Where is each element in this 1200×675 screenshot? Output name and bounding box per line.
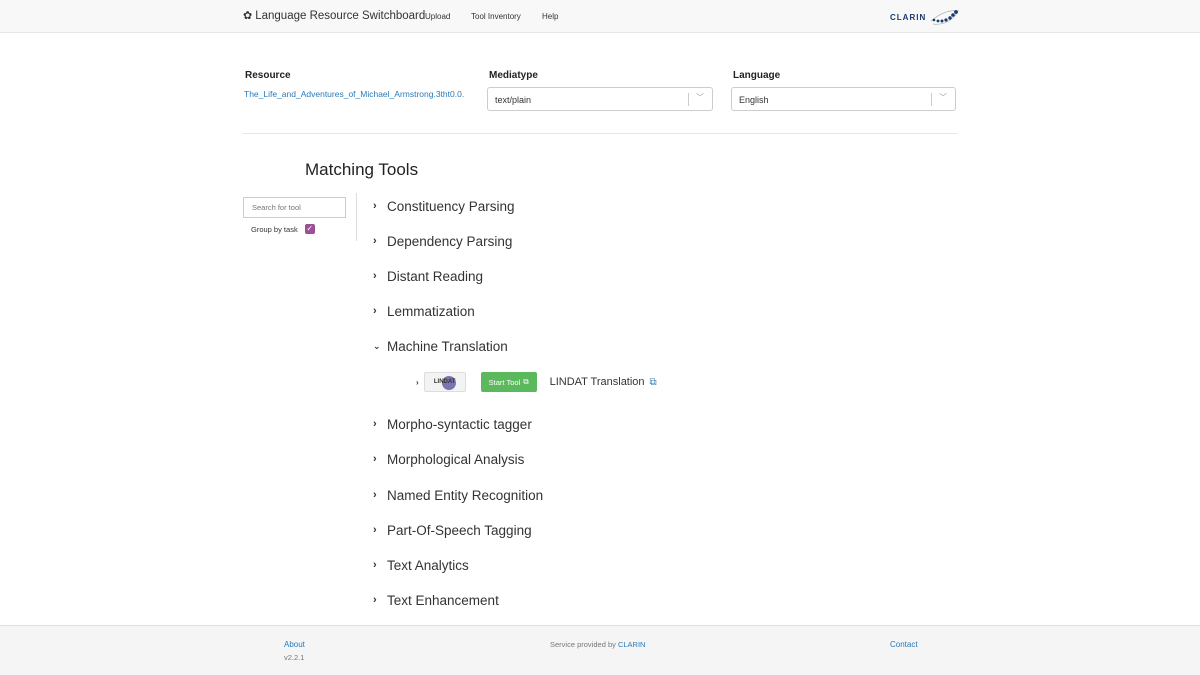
task-constituency-parsing[interactable]: › Constituency Parsing — [373, 199, 515, 214]
group-by-task[interactable]: Group by task ✓ — [251, 224, 315, 234]
resource-label: Resource — [245, 70, 291, 81]
task-dependency-parsing[interactable]: › Dependency Parsing — [373, 234, 512, 249]
task-label: Distant Reading — [387, 269, 484, 284]
chevron-right-icon: › — [373, 489, 377, 501]
clarin-logo-text: CLARIN — [890, 12, 927, 22]
sidebar-divider — [356, 193, 357, 241]
chevron-right-icon: › — [373, 453, 377, 465]
chevron-right-icon[interactable]: › — [416, 378, 419, 387]
brand-link[interactable]: ✿ Language Resource Switchboard — [243, 10, 425, 22]
language-label: Language — [733, 70, 781, 81]
tool-row-lindat: › LINDAT Start Tool ⧉ LINDAT Translation… — [416, 371, 657, 393]
footer-version: v2.2.1 — [284, 653, 305, 662]
matching-tools-title: Matching Tools — [305, 160, 419, 179]
chevron-down-icon: ﹀ — [939, 93, 947, 102]
external-link-icon: ⧉ — [523, 377, 529, 386]
group-by-task-label: Group by task — [251, 224, 298, 234]
task-label: Dependency Parsing — [387, 234, 513, 249]
task-label: Named Entity Recognition — [387, 488, 544, 503]
task-label: Constituency Parsing — [387, 199, 515, 214]
start-tool-button[interactable]: Start Tool ⧉ — [480, 372, 537, 392]
task-label: Morpho-syntactic tagger — [387, 417, 532, 432]
task-morphological-analysis[interactable]: › Morphological Analysis — [373, 452, 524, 467]
mediatype-select[interactable]: text/plain ﹀ — [487, 87, 713, 111]
tool-name-label: LINDAT Translation — [549, 376, 645, 388]
gear-icon: ✿ — [243, 9, 253, 22]
chevron-right-icon: › — [373, 559, 377, 571]
task-distant-reading[interactable]: › Distant Reading — [373, 269, 483, 284]
group-by-task-checkbox[interactable]: ✓ — [304, 224, 315, 234]
select-separator — [688, 93, 689, 106]
language-select[interactable]: English ﹀ — [731, 87, 956, 111]
task-part-of-speech-tagging[interactable]: › Part-Of-Speech Tagging — [373, 523, 532, 538]
nav-help[interactable]: Help — [542, 12, 558, 21]
footer-contact-link[interactable]: Contact — [890, 640, 918, 649]
start-tool-label: Start Tool — [488, 377, 521, 387]
lindat-logo: LINDAT — [423, 372, 466, 392]
task-label: Text Analytics — [387, 558, 469, 573]
brand-title: Language Resource Switchboard — [255, 10, 426, 22]
mediatype-value: text/plain — [495, 95, 532, 105]
chevron-down-icon: ⌄ — [373, 341, 381, 351]
external-link-icon: ⧉ — [649, 376, 657, 388]
divider — [243, 133, 957, 134]
clarin-logo-mark — [931, 10, 960, 25]
task-label: Text Enhancement — [387, 593, 499, 608]
footer-about-link[interactable]: About — [284, 640, 305, 649]
resource-link[interactable]: The_Life_and_Adventures_of_Michael_Armst… — [244, 89, 488, 99]
nav-upload[interactable]: Upload — [425, 12, 450, 21]
footer-service-text: Service provided by — [550, 640, 616, 649]
task-named-entity-recognition[interactable]: › Named Entity Recognition — [373, 488, 543, 503]
task-label: Part-Of-Speech Tagging — [387, 523, 532, 538]
mediatype-label: Mediatype — [489, 70, 538, 81]
chevron-right-icon: › — [373, 594, 377, 606]
chevron-right-icon: › — [373, 418, 377, 430]
navbar: ✿ Language Resource Switchboard Upload T… — [0, 0, 1200, 33]
chevron-right-icon: › — [373, 235, 377, 247]
chevron-right-icon: › — [373, 305, 377, 317]
lindat-logo-text: LINDAT — [433, 379, 456, 385]
chevron-right-icon: › — [373, 524, 377, 536]
select-separator — [931, 93, 932, 106]
nav-tool-inventory[interactable]: Tool Inventory — [471, 12, 521, 21]
task-label: Machine Translation — [387, 339, 508, 354]
task-machine-translation[interactable]: ⌄ Machine Translation — [373, 339, 508, 354]
footer: About v2.2.1 Service provided by CLARIN … — [0, 625, 1200, 675]
footer-clarin-link[interactable]: CLARIN — [618, 640, 646, 649]
clarin-logo[interactable]: CLARIN — [890, 5, 965, 29]
task-label: Lemmatization — [387, 304, 475, 319]
chevron-right-icon: › — [373, 200, 377, 212]
chevron-right-icon: › — [373, 270, 377, 282]
language-value: English — [739, 95, 769, 105]
footer-service: Service provided by CLARIN — [550, 640, 645, 649]
task-label: Morphological Analysis — [387, 452, 525, 467]
task-text-analytics[interactable]: › Text Analytics — [373, 558, 469, 573]
chevron-down-icon: ﹀ — [696, 93, 704, 102]
task-lemmatization[interactable]: › Lemmatization — [373, 304, 475, 319]
tool-search-input[interactable] — [243, 197, 346, 218]
task-text-enhancement[interactable]: › Text Enhancement — [373, 593, 499, 608]
task-morpho-syntactic-tagger[interactable]: › Morpho-syntactic tagger — [373, 417, 532, 432]
tool-name[interactable]: LINDAT Translation ⧉ — [550, 376, 657, 388]
